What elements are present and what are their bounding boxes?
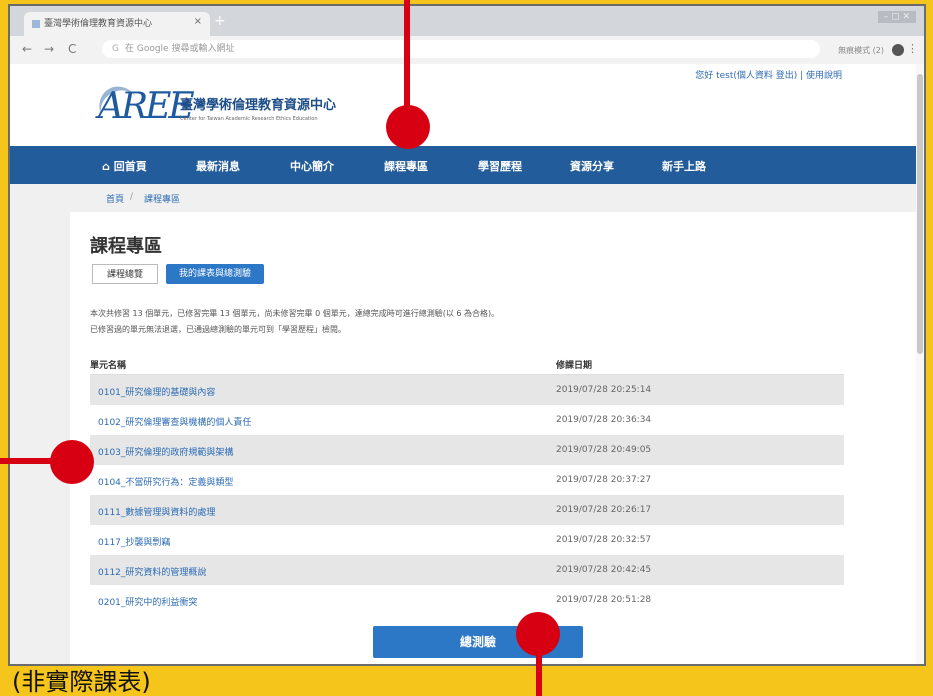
tab-my-courses[interactable]: 我的課表與總測驗 xyxy=(166,264,264,284)
unit-link[interactable]: 0117_抄襲與剽竊 xyxy=(98,535,170,548)
page-title: 課程專區 xyxy=(90,236,162,257)
col-unit-header: 單元名稱 xyxy=(90,361,127,371)
google-icon: G xyxy=(112,44,119,54)
unit-link[interactable]: 0103_研究倫理的政府規範與架構 xyxy=(98,445,233,458)
marker-line-bottom xyxy=(536,650,542,696)
browser-toolbar: ← → C G 在 Google 搜尋或輸入網址 無痕模式 (2) ⋮ xyxy=(10,36,924,65)
forward-button[interactable]: → xyxy=(44,42,54,56)
unit-date: 2019/07/28 20:32:57 xyxy=(556,535,652,545)
tab-title: 臺灣學術倫理教育資源中心 xyxy=(44,19,153,29)
nav-courses[interactable]: 課程專區 xyxy=(384,158,428,174)
webpage: 您好 test(個人資料 登出) | 使用說明 AREE 臺灣學術倫理教育資源中… xyxy=(10,64,924,664)
unit-link[interactable]: 0201_研究中的利益衝突 xyxy=(98,595,197,608)
marker-dot-courses xyxy=(386,105,430,149)
logo-subtitle: Center for Taiwan Academic Research Ethi… xyxy=(180,116,318,122)
unit-date: 2019/07/28 20:25:14 xyxy=(556,385,652,395)
unit-date: 2019/07/28 20:49:05 xyxy=(556,445,652,455)
browser-window: 臺灣學術倫理教育資源中心 × + – ▢ ✕ ← → C G 在 Google 搜… xyxy=(8,4,926,666)
nav-home[interactable]: ⌂ 回首頁 xyxy=(102,158,147,174)
nav-about[interactable]: 中心簡介 xyxy=(290,158,334,174)
nav-newbie[interactable]: 新手上路 xyxy=(662,158,706,174)
table-row: 0112_研究資料的管理概說 2019/07/28 20:42:45 xyxy=(90,555,844,585)
unit-link[interactable]: 0104_不當研究行為：定義與類型 xyxy=(98,475,233,488)
unit-date: 2019/07/28 20:42:45 xyxy=(556,565,652,575)
table-row: 0111_數據管理與資料的處理 2019/07/28 20:26:17 xyxy=(90,495,844,525)
progress-note-2: 已修習過的單元無法退選，已通過總測驗的單元可到「學習歷程」檢閱。 xyxy=(90,325,346,334)
table-row: 0103_研究倫理的政府規範與架構 2019/07/28 20:49:05 xyxy=(90,435,844,465)
address-placeholder: 在 Google 搜尋或輸入網址 xyxy=(124,44,235,54)
unit-link[interactable]: 0101_研究倫理的基礎與內容 xyxy=(98,385,215,398)
unit-date: 2019/07/28 20:37:27 xyxy=(556,475,652,485)
table-body: 0101_研究倫理的基礎與內容 2019/07/28 20:25:14 0102_… xyxy=(90,375,844,615)
site-header: 您好 test(個人資料 登出) | 使用說明 AREE 臺灣學術倫理教育資源中… xyxy=(10,64,924,146)
unit-date: 2019/07/28 20:51:28 xyxy=(556,595,652,605)
breadcrumb-home[interactable]: 首頁 xyxy=(106,192,124,205)
table-row: 0201_研究中的利益衝突 2019/07/28 20:51:28 xyxy=(90,585,844,615)
user-bar[interactable]: 您好 test(個人資料 登出) | 使用說明 xyxy=(695,68,842,81)
favicon-icon xyxy=(32,19,40,28)
course-table: 單元名稱 修課日期 0101_研究倫理的基礎與內容 2019/07/28 20:2… xyxy=(90,352,844,615)
home-icon: ⌂ xyxy=(102,160,110,173)
site-logo[interactable]: AREE 臺灣學術倫理教育資源中心 Center for Taiwan Acad… xyxy=(91,79,373,139)
nav-resources[interactable]: 資源分享 xyxy=(570,158,614,174)
main-content: 課程專區 課程總覽 我的課表與總測驗 本次共修習 13 個單元，已修習完畢 13… xyxy=(70,212,920,664)
tab-overview[interactable]: 課程總覽 xyxy=(92,264,158,284)
breadcrumb-separator: / xyxy=(130,192,134,202)
unit-date: 2019/07/28 20:36:34 xyxy=(556,415,652,425)
tab-bar: 臺灣學術倫理教育資源中心 × + – ▢ ✕ xyxy=(10,6,924,36)
breadcrumb: 首頁 / 課程專區 xyxy=(10,184,924,212)
marker-dot-units xyxy=(50,440,94,484)
profile-icon[interactable] xyxy=(892,44,904,56)
reload-button[interactable]: C xyxy=(68,42,76,56)
address-bar[interactable]: G 在 Google 搜尋或輸入網址 xyxy=(102,40,820,58)
nav-home-label: 回首頁 xyxy=(113,160,147,173)
window-controls[interactable]: – ▢ ✕ xyxy=(877,11,916,23)
unit-link[interactable]: 0102_研究倫理審查與機構的個人責任 xyxy=(98,415,251,428)
back-button[interactable]: ← xyxy=(22,42,32,56)
new-tab-button[interactable]: + xyxy=(214,13,226,29)
unit-link[interactable]: 0112_研究資料的管理概說 xyxy=(98,565,206,578)
caption: (非實際課表) xyxy=(12,668,151,696)
close-tab-icon[interactable]: × xyxy=(194,16,202,27)
breadcrumb-current: 課程專區 xyxy=(144,195,181,205)
progress-note: 本次共修習 13 個單元，已修習完畢 13 個單元，尚未修習完畢 0 個單元，達… xyxy=(90,309,500,318)
table-row: 0104_不當研究行為：定義與類型 2019/07/28 20:37:27 xyxy=(90,465,844,495)
unit-date: 2019/07/28 20:26:17 xyxy=(556,505,652,515)
scrollbar[interactable] xyxy=(916,64,924,664)
menu-button[interactable]: ⋮ xyxy=(907,42,918,55)
browser-tab[interactable]: 臺灣學術倫理教育資源中心 × xyxy=(24,12,210,36)
incognito-label[interactable]: 無痕模式 (2) xyxy=(838,45,884,56)
col-date-header: 修課日期 xyxy=(556,361,593,371)
table-row: 0117_抄襲與剽竊 2019/07/28 20:32:57 xyxy=(90,525,844,555)
unit-link[interactable]: 0111_數據管理與資料的處理 xyxy=(98,505,215,518)
table-header: 單元名稱 修課日期 xyxy=(90,352,844,375)
nav-history[interactable]: 學習歷程 xyxy=(478,158,522,174)
logo-mark: AREE xyxy=(98,86,195,127)
marker-line-top xyxy=(404,0,410,112)
logo-title: 臺灣學術倫理教育資源中心 xyxy=(180,98,337,113)
scrollbar-thumb[interactable] xyxy=(917,74,923,354)
table-row: 0102_研究倫理審查與機構的個人責任 2019/07/28 20:36:34 xyxy=(90,405,844,435)
main-nav: ⌂ 回首頁 最新消息 中心簡介 課程專區 學習歷程 資源分享 新手上路 xyxy=(10,146,924,184)
table-row: 0101_研究倫理的基礎與內容 2019/07/28 20:25:14 xyxy=(90,375,844,405)
nav-news[interactable]: 最新消息 xyxy=(196,158,240,174)
